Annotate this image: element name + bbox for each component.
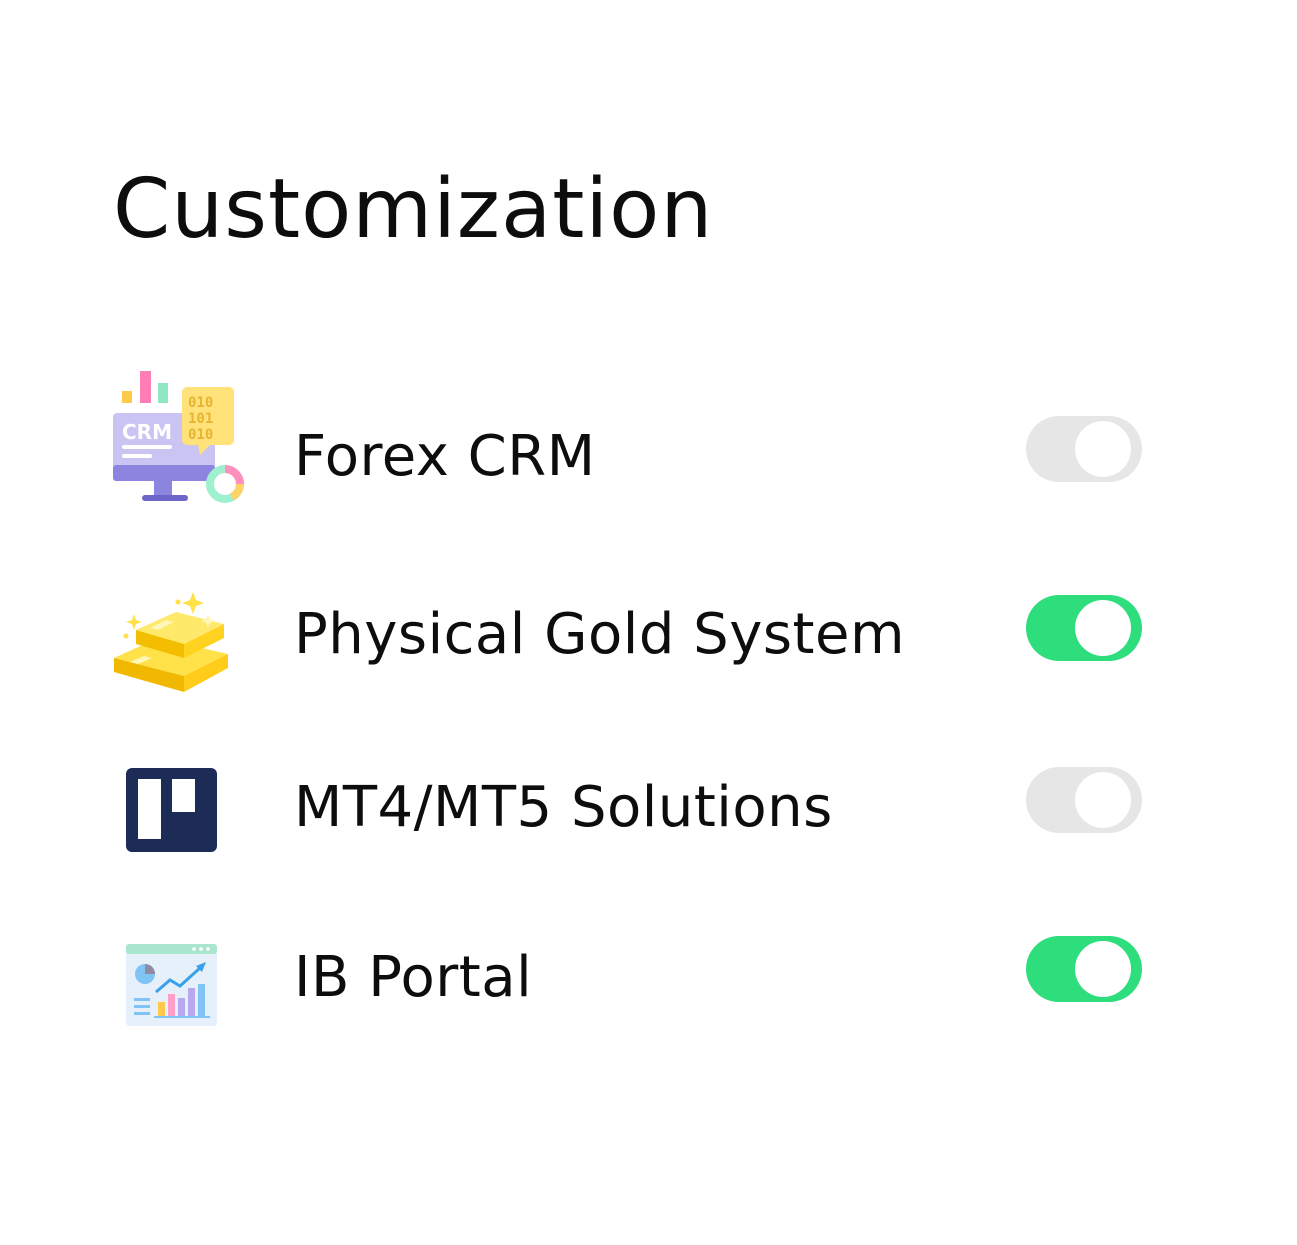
svg-text:010: 010 bbox=[188, 395, 213, 411]
ib-portal-toggle[interactable] bbox=[1026, 936, 1142, 1002]
option-label: Physical Gold System bbox=[294, 602, 905, 667]
page-title: Customization bbox=[113, 162, 714, 257]
option-row-forex-crm: CRM 010 101 010 Forex CRM bbox=[0, 365, 1297, 505]
option-row-mt4-mt5: MT4/MT5 Solutions bbox=[0, 745, 1297, 885]
mt4-mt5-toggle[interactable] bbox=[1026, 767, 1142, 833]
toggle-knob bbox=[1075, 772, 1131, 828]
svg-text:CRM: CRM bbox=[122, 420, 172, 444]
option-label: Forex CRM bbox=[294, 424, 596, 489]
board-icon bbox=[110, 745, 250, 885]
option-row-physical-gold: Physical Gold System bbox=[0, 572, 1297, 712]
option-label: IB Portal bbox=[294, 945, 533, 1010]
analytics-dashboard-icon bbox=[110, 914, 250, 1054]
svg-text:010: 010 bbox=[188, 427, 213, 443]
toggle-knob bbox=[1075, 941, 1131, 997]
gold-bars-icon bbox=[110, 572, 250, 712]
svg-text:101: 101 bbox=[188, 411, 213, 427]
option-label: MT4/MT5 Solutions bbox=[294, 775, 833, 840]
option-row-ib-portal: IB Portal bbox=[0, 914, 1297, 1054]
crm-monitor-icon: CRM 010 101 010 bbox=[110, 365, 250, 505]
toggle-knob bbox=[1075, 600, 1131, 656]
physical-gold-toggle[interactable] bbox=[1026, 595, 1142, 661]
toggle-knob bbox=[1075, 421, 1131, 477]
forex-crm-toggle[interactable] bbox=[1026, 416, 1142, 482]
